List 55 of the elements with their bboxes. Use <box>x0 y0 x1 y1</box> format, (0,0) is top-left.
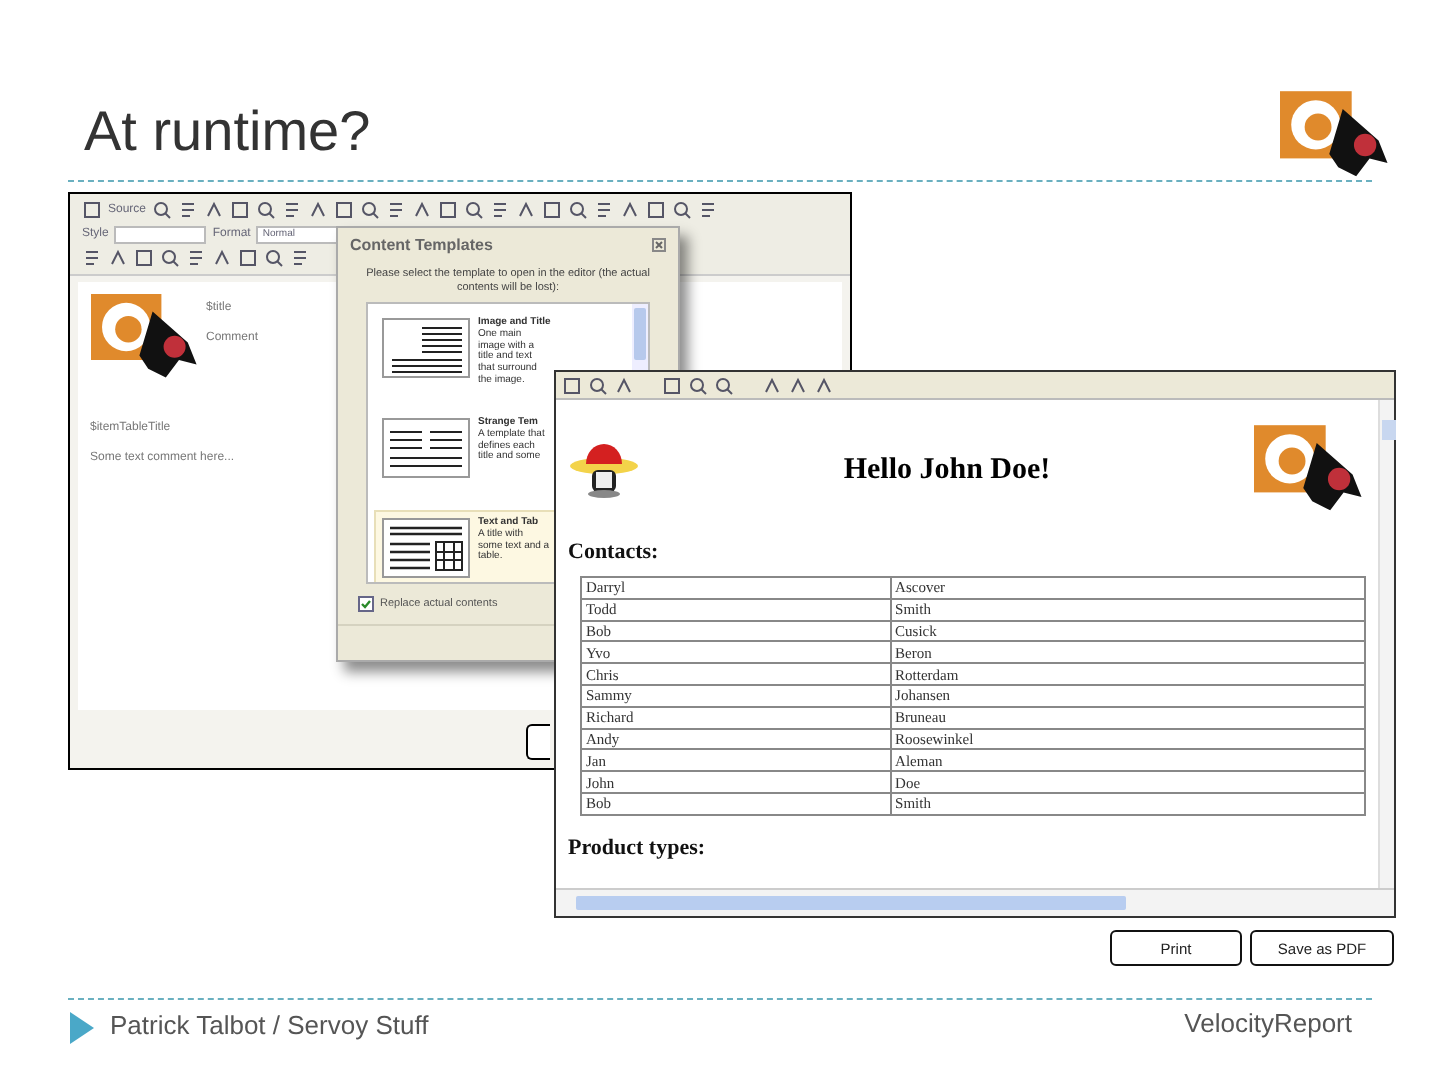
tool-icon[interactable] <box>688 375 708 395</box>
tool-icon[interactable] <box>230 200 251 220</box>
dialog-title: Content Templates <box>350 236 493 254</box>
tool-icon[interactable] <box>152 200 173 220</box>
tool-icon[interactable] <box>516 200 537 220</box>
tool-icon[interactable] <box>646 200 667 220</box>
tool-icon[interactable] <box>160 248 180 268</box>
tool-icon[interactable] <box>334 200 355 220</box>
tool-icon[interactable] <box>438 200 459 220</box>
vertical-scrollbar[interactable] <box>1378 400 1394 888</box>
slide-title: At runtime? <box>84 100 371 164</box>
tool-icon[interactable] <box>178 200 199 220</box>
template-thumbnail <box>382 418 470 479</box>
tool-icon[interactable] <box>82 248 102 268</box>
close-icon[interactable] <box>652 238 666 252</box>
tool-icon[interactable] <box>594 200 615 220</box>
template-thumbnail <box>382 318 470 379</box>
tool-icon[interactable] <box>386 200 407 220</box>
tool-icon[interactable] <box>490 200 511 220</box>
section-heading: Contacts: <box>568 540 661 564</box>
tool-icon[interactable] <box>360 200 381 220</box>
replace-checkbox[interactable] <box>358 595 374 612</box>
hat-figure-icon <box>568 440 640 500</box>
horizontal-scrollbar[interactable] <box>556 888 1394 916</box>
logo-icon <box>1280 90 1392 182</box>
logo-icon <box>90 294 202 382</box>
footer-project: VelocityReport <box>1184 1008 1352 1038</box>
template-thumbnail <box>382 518 470 579</box>
tool-icon[interactable] <box>308 200 329 220</box>
bullet-icon <box>70 1012 94 1044</box>
tool-icon[interactable] <box>698 200 719 220</box>
tool-icon[interactable] <box>588 375 608 395</box>
tool-icon[interactable] <box>714 375 734 395</box>
tool-icon[interactable] <box>290 248 310 268</box>
editor-button[interactable] <box>526 724 550 760</box>
tool-icon[interactable] <box>186 248 206 268</box>
section-heading: Product types: <box>568 835 708 860</box>
tool-icon[interactable] <box>568 200 589 220</box>
tool-icon[interactable] <box>620 200 641 220</box>
tool-icon[interactable] <box>662 375 682 395</box>
tool-icon[interactable] <box>464 200 485 220</box>
scroll-thumb[interactable] <box>634 308 646 361</box>
report-heading: Hello John Doe! <box>841 453 1053 487</box>
tool-icon[interactable] <box>562 375 582 395</box>
logo-icon <box>1254 424 1366 516</box>
tool-icon[interactable] <box>82 200 102 220</box>
tool-icon[interactable] <box>412 200 433 220</box>
tool-icon[interactable] <box>256 200 277 220</box>
tool-icon[interactable] <box>672 200 693 220</box>
footer-author: Patrick Talbot / Servoy Stuff <box>110 1008 430 1042</box>
tool-icon[interactable] <box>264 248 284 268</box>
tool-icon[interactable] <box>282 200 303 220</box>
tool-icon[interactable] <box>614 375 634 395</box>
tool-icon[interactable] <box>542 200 563 220</box>
tool-icon[interactable] <box>204 200 225 220</box>
